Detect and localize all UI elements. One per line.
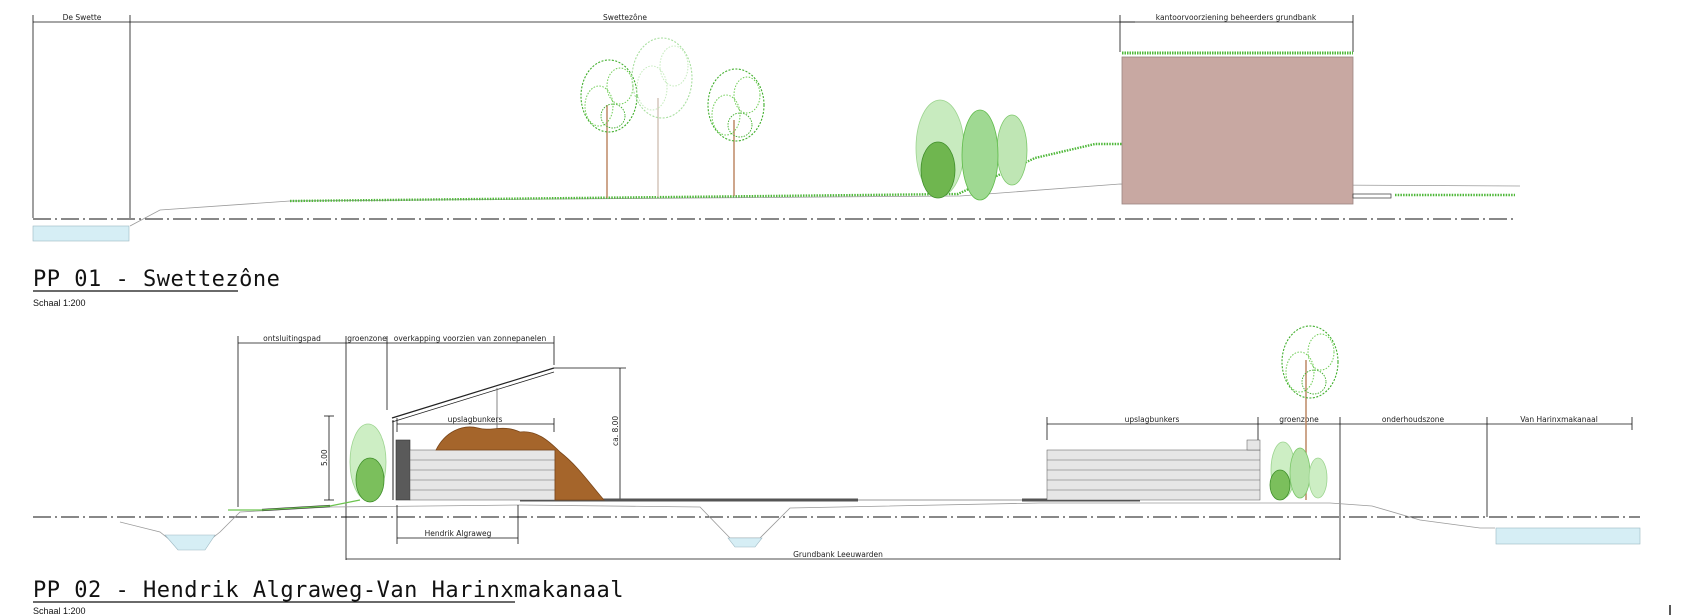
label-grundbank: Grundbank Leeuwarden (793, 550, 883, 559)
kantoor-building (1121, 56, 1354, 205)
bunker-right (1046, 439, 1261, 501)
label-overkapping: overkapping voorzien van zonnepanelen (394, 334, 547, 343)
pp02-grass-left (228, 499, 361, 511)
label-swettezone: Swettezône (603, 13, 647, 22)
harinxmakanaal-water (1495, 527, 1641, 545)
shrub-left (349, 423, 387, 503)
section1-title: PP 01 - Swettezône (33, 267, 280, 292)
label-kantoorvoorziening: kantoorvoorziening beheerders grundbank (1156, 13, 1317, 22)
label-de-swette: De Swette (63, 13, 102, 22)
building-step (1352, 193, 1392, 199)
tree-1 (580, 59, 638, 198)
pp02-terrain (119, 502, 1495, 549)
section-pp02: ontsluitingspad groenzone overkapping vo… (33, 325, 1641, 560)
ditch-middle-water (727, 537, 763, 548)
section2-scale: Schaal 1:200 (33, 606, 86, 615)
section-pp01: De Swette Swettezône kantoorvoorziening … (32, 13, 1521, 242)
cross-section-drawing: De Swette Swettezône kantoorvoorziening … (32, 13, 1671, 615)
label-upslagbunkers-right: upslagbunkers (1125, 415, 1180, 424)
tree-2-pale (631, 37, 693, 197)
label-height-500: 5.00 (320, 449, 329, 466)
support-wall-dark (395, 439, 411, 501)
shrub-right (1269, 441, 1328, 501)
label-groenzone-left: groenzone (347, 334, 387, 343)
bunker-left (409, 449, 556, 501)
shrub-group (915, 99, 1028, 201)
ditch-left-water (164, 534, 216, 551)
label-hendrik-algraweg: Hendrik Algraweg (425, 529, 492, 538)
swette-water (32, 225, 130, 242)
label-ontsluitingspad: ontsluitingspad (263, 334, 321, 343)
label-height-800: ca. 8.00 (611, 416, 620, 446)
label-groenzone-right: groenzone (1279, 415, 1319, 424)
section2-title: PP 02 - Hendrik Algraweg-Van Harinxmakan… (33, 578, 624, 603)
label-onderhoudszone: onderhoudszone (1382, 415, 1445, 424)
tree-3 (707, 68, 765, 196)
section1-scale: Schaal 1:200 (33, 298, 86, 308)
label-upslagbunkers-left: upslagbunkers (448, 415, 503, 424)
label-van-harinxmakanaal: Van Harinxmakanaal (1520, 415, 1598, 424)
